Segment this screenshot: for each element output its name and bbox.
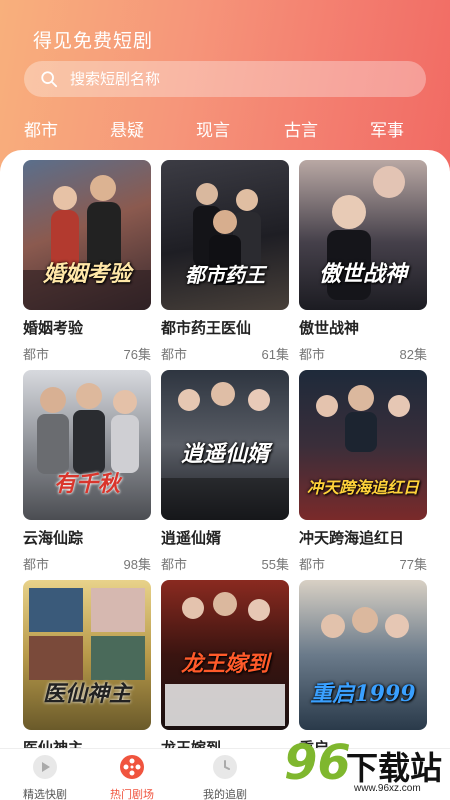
search-input[interactable] <box>70 70 390 88</box>
drama-poster: 逍遥仙婿 <box>161 370 289 520</box>
category-tab-2[interactable]: 悬疑 <box>110 116 144 141</box>
drama-genre: 都市 <box>299 557 326 572</box>
drama-meta: 都市 98集 <box>23 554 151 573</box>
app-title: 得见免费短剧 <box>33 31 154 52</box>
drama-episodes: 82集 <box>399 347 427 362</box>
drama-card[interactable]: 龙王嫁到 龙王嫁到 <box>161 580 289 750</box>
tab-label: 热门剧场 <box>110 789 154 800</box>
poster-caption: 都市药王 <box>185 263 265 287</box>
tab-label: 我的追剧 <box>203 789 247 800</box>
film-reel-icon <box>120 755 144 779</box>
drama-title: 逍遥仙婿 <box>161 530 222 547</box>
drama-title: 云海仙踪 <box>23 530 84 547</box>
drama-poster: 傲世战神 <box>299 160 427 310</box>
drama-genre: 都市 <box>161 347 188 362</box>
drama-genre: 都市 <box>23 347 50 362</box>
category-tabs: 都市 悬疑 现言 古言 军事 <box>0 116 450 144</box>
drama-card[interactable]: 都市药王 都市药王医仙 都市 61集 <box>161 160 289 363</box>
drama-card[interactable]: 傲世战神 傲世战神 都市 82集 <box>299 160 427 363</box>
poster-caption: 龙王嫁到 <box>180 651 269 677</box>
category-tab-3[interactable]: 现言 <box>196 116 230 141</box>
search-icon <box>41 71 58 88</box>
drama-episodes: 76集 <box>123 347 151 362</box>
drama-poster: 有千秋 <box>23 370 151 520</box>
clock-icon <box>213 755 237 779</box>
drama-genre: 都市 <box>23 557 50 572</box>
drama-card[interactable]: 逍遥仙婿 逍遥仙婿 都市 55集 <box>161 370 289 573</box>
drama-genre: 都市 <box>161 557 188 572</box>
drama-title: 冲天跨海追红日 <box>299 530 405 547</box>
search-bar[interactable] <box>24 61 426 97</box>
drama-episodes: 77集 <box>399 557 427 572</box>
poster-caption: 婚姻考验 <box>42 261 131 287</box>
drama-meta: 都市 61集 <box>161 344 289 363</box>
watermark-logo: 96 下载站 www.96xz.com <box>284 735 450 800</box>
drama-genre: 都市 <box>299 347 326 362</box>
poster-caption: 傲世战神 <box>318 261 407 287</box>
category-tab-4[interactable]: 古言 <box>284 116 318 141</box>
drama-card[interactable]: 医仙神主 医仙神主 <box>23 580 151 750</box>
drama-poster: 都市药王 <box>161 160 289 310</box>
poster-caption: 逍遥仙婿 <box>180 441 269 467</box>
tab-my-drama[interactable]: 我的追剧 <box>185 754 265 800</box>
poster-caption: 医仙神主 <box>42 681 131 707</box>
drama-meta: 都市 76集 <box>23 344 151 363</box>
drama-meta: 都市 77集 <box>299 554 427 573</box>
drama-episodes: 98集 <box>123 557 151 572</box>
watermark-number: 96 <box>284 735 351 791</box>
drama-poster: 医仙神主 <box>23 580 151 730</box>
tab-featured[interactable]: 精选快剧 <box>5 754 85 800</box>
drama-meta: 都市 55集 <box>161 554 289 573</box>
drama-poster: 婚姻考验 <box>23 160 151 310</box>
drama-poster: 龙王嫁到 <box>161 580 289 730</box>
drama-poster: 冲天跨海追红日 <box>299 370 427 520</box>
drama-card[interactable]: 有千秋 云海仙踪 都市 98集 <box>23 370 151 573</box>
tab-label: 精选快剧 <box>23 789 67 800</box>
category-tab-1[interactable]: 都市 <box>24 116 58 141</box>
tab-hot-theater[interactable]: 热门剧场 <box>92 754 172 800</box>
watermark-url: www.96xz.com <box>354 783 421 794</box>
drama-episodes: 61集 <box>261 347 289 362</box>
drama-episodes: 55集 <box>261 557 289 572</box>
poster-caption: 重启1999 <box>310 681 416 707</box>
play-icon <box>33 755 57 779</box>
drama-card[interactable]: 重启1999 重启 <box>299 580 427 750</box>
drama-card[interactable]: 婚姻考验 婚姻考验 都市 76集 <box>23 160 151 363</box>
category-tab-5[interactable]: 军事 <box>370 116 404 141</box>
drama-card[interactable]: 冲天跨海追红日 冲天跨海追红日 都市 77集 <box>299 370 427 573</box>
drama-poster: 重启1999 <box>299 580 427 730</box>
poster-caption: 冲天跨海追红日 <box>306 478 419 497</box>
drama-title: 傲世战神 <box>299 320 360 337</box>
drama-title: 都市药王医仙 <box>161 320 252 337</box>
drama-grid: 婚姻考验 婚姻考验 都市 76集 都市药王 都市药王医仙 都市 61集 傲世战神… <box>0 150 450 750</box>
drama-meta: 都市 82集 <box>299 344 427 363</box>
poster-caption: 有千秋 <box>53 471 120 497</box>
drama-title: 婚姻考验 <box>23 320 84 337</box>
